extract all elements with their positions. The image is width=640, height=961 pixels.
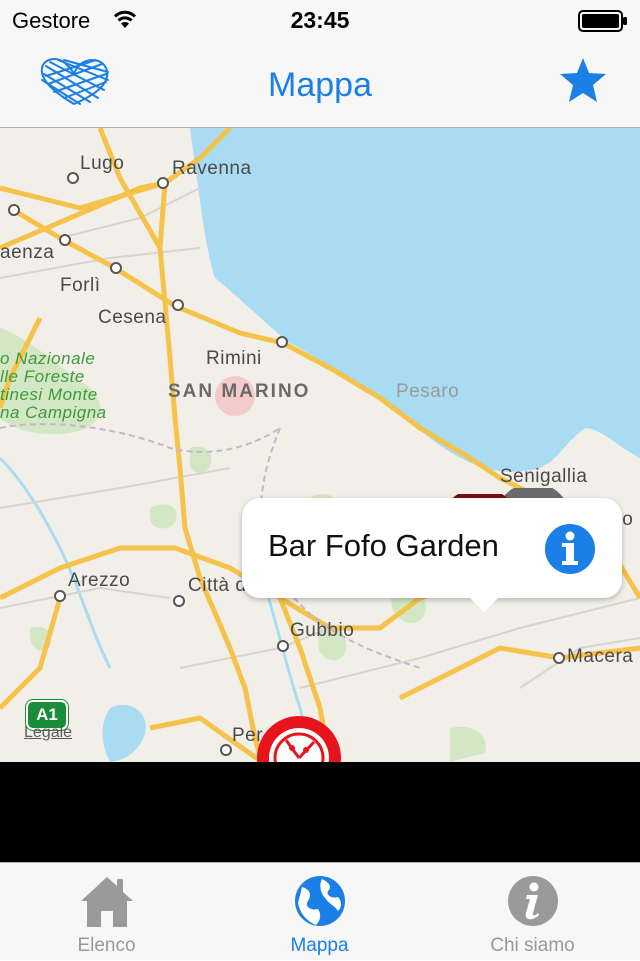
- place-san-marino: SAN MARINO: [168, 381, 311, 402]
- place-gubbio: Gubbio: [290, 620, 355, 641]
- place-senigallia: Senigallia: [500, 466, 588, 487]
- home-icon: [0, 873, 213, 934]
- place-park-line-2: lle Foreste: [0, 367, 85, 386]
- legal-link[interactable]: Legale: [24, 724, 72, 742]
- place-faenza: aenza: [0, 242, 55, 263]
- map-base: [0, 128, 640, 762]
- tab-label-mappa: Mappa: [290, 935, 349, 956]
- place-cesena: Cesena: [98, 307, 167, 328]
- tab-mappa[interactable]: Mappa: [213, 863, 426, 961]
- place-forli: Forlì: [60, 275, 101, 296]
- map-view[interactable]: Lugo Ravenna aenza Forlì Cesena Rimini S…: [0, 128, 640, 762]
- tab-label-chi-siamo: Chi siamo: [490, 935, 575, 956]
- place-park-line-1: o Nazionale: [0, 349, 96, 368]
- tab-elenco[interactable]: Elenco: [0, 863, 213, 961]
- pizza-pin-icon[interactable]: [256, 714, 342, 762]
- navigation-bar: Mappa: [0, 40, 640, 128]
- status-bar: Gestore 23:45: [0, 0, 640, 40]
- clock: 23:45: [290, 7, 350, 33]
- place-ravenna: Ravenna: [172, 158, 252, 179]
- tab-chi-siamo[interactable]: Chi siamo: [426, 863, 639, 961]
- place-park-line-4: na Campigna: [0, 403, 107, 422]
- tab-bar: Elenco Mappa Chi siamo: [0, 862, 640, 960]
- battery-icon: [578, 10, 628, 37]
- info-icon[interactable]: [544, 523, 596, 580]
- place-rimini: Rimini: [206, 348, 262, 369]
- globe-icon: [213, 873, 426, 934]
- place-lugo: Lugo: [80, 153, 125, 174]
- callout-title: Bar Fofo Garden: [268, 528, 499, 563]
- place-pesaro: Pesaro: [396, 381, 460, 402]
- place-park-line-3: tinesi Monte: [0, 385, 98, 404]
- place-arezzo: Arezzo: [68, 570, 131, 591]
- place-callout[interactable]: Bar Fofo Garden: [242, 498, 622, 612]
- page-title: Mappa: [268, 66, 372, 104]
- place-macerata: Macera: [567, 646, 634, 667]
- star-icon[interactable]: [558, 56, 608, 109]
- tab-label-elenco: Elenco: [77, 935, 136, 956]
- black-band: [0, 762, 640, 862]
- info-icon: [426, 873, 639, 934]
